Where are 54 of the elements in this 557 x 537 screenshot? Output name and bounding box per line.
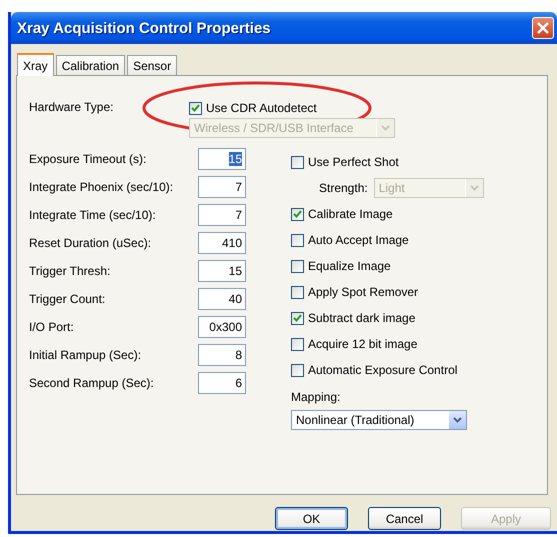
field-label: Exposure Timeout (s): xyxy=(29,152,148,166)
window-title: Xray Acquisition Control Properties xyxy=(17,20,271,36)
dropdown-label: Mapping: xyxy=(291,390,340,404)
field-label: Hardware Type: xyxy=(29,99,114,116)
checkbox[interactable] xyxy=(291,260,304,272)
checkbox[interactable] xyxy=(291,338,304,350)
close-button[interactable] xyxy=(532,17,554,39)
tab[interactable]: Calibration xyxy=(56,55,126,75)
field-label: Reset Duration (uSec): xyxy=(29,236,152,250)
chevron-down-icon xyxy=(453,417,462,423)
dropdown-label: Strength: xyxy=(319,181,368,195)
checkbox[interactable] xyxy=(291,312,304,324)
checkbox[interactable] xyxy=(291,208,304,220)
input-field[interactable]: 15 xyxy=(198,148,246,170)
checkbox-label: Apply Spot Remover xyxy=(308,285,418,299)
input-field[interactable]: 40 xyxy=(198,288,246,310)
checkbox-label: Equalize Image xyxy=(308,259,391,273)
input-field[interactable]: 6 xyxy=(198,372,246,394)
tab[interactable]: Sensor xyxy=(127,55,178,75)
checkbox-label: Calibrate Image xyxy=(308,207,393,221)
input-field[interactable]: 0x300 xyxy=(198,316,246,338)
checkbox[interactable] xyxy=(291,234,304,246)
checkbox[interactable] xyxy=(291,364,304,376)
checkbox[interactable] xyxy=(189,102,202,114)
tab[interactable]: Xray xyxy=(17,53,54,76)
checkbox-label: Automatic Exposure Control xyxy=(308,363,458,377)
checkbox-label: Subtract dark image xyxy=(308,311,416,325)
checkbox[interactable] xyxy=(291,286,304,298)
checkbox[interactable] xyxy=(291,156,304,168)
dialog-button[interactable]: OK xyxy=(275,507,348,530)
input-field[interactable]: 15 xyxy=(198,260,246,282)
input-field[interactable]: 7 xyxy=(198,204,246,226)
dialog-button[interactable]: Cancel xyxy=(368,507,441,530)
checkmark-icon xyxy=(191,104,200,112)
field-label: Second Rampup (Sec): xyxy=(29,376,155,390)
field-label: I/O Port: xyxy=(29,320,75,334)
checkmark-icon xyxy=(293,314,302,322)
checkmark-icon xyxy=(293,210,302,218)
field-label: Trigger Thresh: xyxy=(29,264,112,278)
close-icon xyxy=(537,22,549,34)
checkbox-label: Use CDR Autodetect xyxy=(206,101,317,115)
input-field[interactable]: 8 xyxy=(198,344,246,366)
field-label: Integrate Time (sec/10): xyxy=(29,208,157,222)
checkbox-label: Auto Accept Image xyxy=(308,233,409,247)
dropdown[interactable]: Nonlinear (Traditional) xyxy=(291,410,467,430)
input-field[interactable]: 410 xyxy=(198,232,246,254)
chevron-down-icon xyxy=(381,125,390,131)
checkbox-label: Acquire 12 bit image xyxy=(308,337,418,351)
field-label: Integrate Phoenix (sec/10): xyxy=(29,180,174,194)
field-label: Initial Rampup (Sec): xyxy=(29,348,142,362)
input-field[interactable]: 7 xyxy=(198,176,246,198)
checkbox-label: Use Perfect Shot xyxy=(308,155,399,169)
chevron-down-icon xyxy=(470,185,479,191)
field-label: Trigger Count: xyxy=(29,292,106,306)
